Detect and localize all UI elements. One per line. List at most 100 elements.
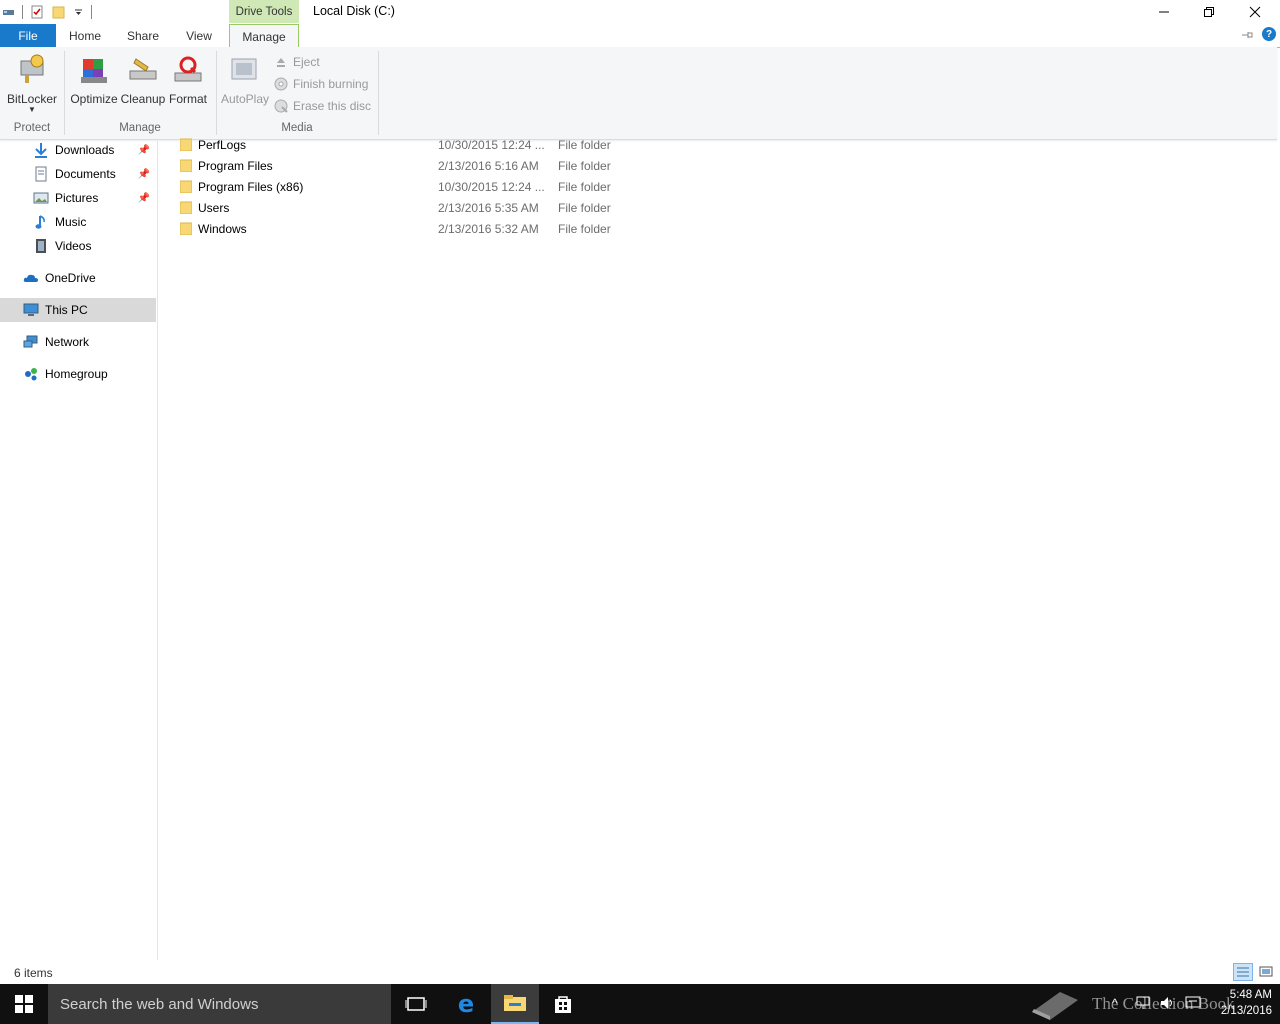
restore-icon (1203, 7, 1214, 17)
folder-icon (179, 180, 193, 194)
book-logo-icon (1032, 992, 1078, 1020)
minimize-button[interactable] (1141, 0, 1186, 24)
navigation-pane: Downloads 📌 Documents 📌 Pictures 📌 Music… (0, 139, 158, 960)
list-item[interactable]: Program Files (x86) 10/30/2015 12:24 ...… (178, 177, 628, 198)
nav-item-this-pc[interactable]: This PC (0, 298, 156, 322)
folder-icon (179, 138, 193, 152)
bitlocker-button[interactable]: BitLocker ▼ (6, 52, 58, 114)
show-hidden-icons-button[interactable]: ^ (1112, 996, 1118, 1010)
edge-button[interactable]: e (442, 984, 490, 1024)
nav-item-pictures[interactable]: Pictures 📌 (0, 187, 156, 209)
nav-item-downloads[interactable]: Downloads 📌 (0, 139, 156, 161)
task-view-icon (405, 997, 427, 1011)
list-item[interactable]: Program Files 2/13/2016 5:16 AM File fol… (178, 156, 628, 177)
folder-icon (179, 222, 193, 236)
large-icons-view-button[interactable] (1256, 963, 1276, 981)
minimize-icon (1158, 11, 1169, 13)
folder-icon (179, 159, 193, 173)
group-label-manage: Manage (119, 122, 161, 134)
drive-icon[interactable] (2, 7, 16, 17)
nav-label-documents: Documents (55, 167, 116, 181)
file-list: PerfLogs 10/30/2015 12:24 ... File folde… (158, 138, 1280, 960)
format-icon (171, 52, 205, 88)
help-icon[interactable]: ? (1262, 27, 1276, 41)
pin-icon[interactable]: 📌 (138, 193, 150, 204)
pin-icon[interactable]: 📌 (138, 169, 150, 180)
nav-item-music[interactable]: Music (0, 211, 156, 233)
list-item[interactable]: PerfLogs 10/30/2015 12:24 ... File folde… (178, 135, 628, 156)
erase-disc-label: Erase this disc (293, 99, 372, 113)
taskbar-search-box[interactable]: Search the web and Windows (48, 984, 391, 1024)
watermark: The Collection Book (1030, 986, 1235, 1022)
large-icons-view-icon (1259, 966, 1273, 977)
bitlocker-icon (15, 52, 49, 88)
tab-file[interactable]: File (0, 24, 56, 47)
optimize-button[interactable]: Optimize (70, 52, 118, 114)
downloads-icon (33, 142, 49, 158)
nav-item-videos[interactable]: Videos (0, 235, 156, 257)
finish-burning-button[interactable]: Finish burning (274, 74, 368, 94)
nav-item-onedrive[interactable]: OneDrive (0, 267, 156, 289)
file-type: File folder (558, 222, 611, 236)
store-button[interactable] (539, 984, 587, 1024)
new-folder-icon[interactable] (51, 4, 67, 20)
nav-item-network[interactable]: Network (0, 331, 156, 353)
cleanup-button[interactable]: Cleanup (120, 52, 166, 114)
file-date: 2/13/2016 5:32 AM (438, 222, 539, 236)
music-icon (33, 214, 49, 230)
autoplay-icon (228, 52, 262, 88)
action-center-icon[interactable] (1185, 996, 1201, 1013)
autoplay-label: AutoPlay (220, 92, 270, 106)
group-label-media: Media (281, 122, 313, 134)
title-bar: Drive Tools Local Disk (C:) (0, 0, 1280, 24)
clock-date: 2/13/2016 (1220, 1005, 1272, 1017)
tab-view[interactable]: View (183, 24, 215, 47)
nav-item-documents[interactable]: Documents 📌 (0, 163, 156, 185)
file-date: 10/30/2015 12:24 ... (438, 138, 545, 152)
nav-item-homegroup[interactable]: Homegroup (0, 363, 156, 385)
network-status-icon[interactable] (1136, 996, 1152, 1013)
ribbon-panel: BitLocker ▼ Protect Optimize Cleanup For… (0, 47, 1277, 140)
finish-burning-label: Finish burning (293, 77, 369, 91)
optimize-label: Optimize (70, 92, 118, 106)
file-name: Program Files (x86) (198, 180, 304, 194)
file-explorer-button[interactable] (491, 984, 539, 1024)
pin-icon[interactable]: 📌 (138, 145, 150, 156)
restore-button[interactable] (1186, 0, 1231, 24)
store-icon (555, 996, 571, 1013)
videos-icon (33, 238, 49, 254)
file-explorer-icon (504, 995, 526, 1011)
chevron-down-icon: ▼ (28, 105, 36, 114)
nav-label-videos: Videos (55, 239, 92, 253)
list-item[interactable]: Windows 2/13/2016 5:32 AM File folder (178, 219, 628, 240)
nav-label-downloads: Downloads (55, 143, 115, 157)
eject-button[interactable]: Eject (274, 52, 320, 72)
start-button[interactable] (0, 984, 48, 1024)
close-button[interactable] (1232, 0, 1277, 24)
task-view-button[interactable] (392, 984, 440, 1024)
file-name: Program Files (198, 159, 273, 173)
taskbar-clock[interactable]: 5:48 AM 2/13/2016 (1221, 987, 1272, 1019)
pin-ribbon-icon[interactable] (1240, 28, 1254, 42)
file-type: File folder (558, 180, 611, 194)
customize-qat-icon[interactable] (73, 4, 85, 20)
file-type: File folder (558, 159, 611, 173)
details-view-button[interactable] (1233, 963, 1253, 981)
file-type: File folder (558, 201, 611, 215)
tab-share[interactable]: Share (125, 24, 161, 47)
details-view-icon (1237, 967, 1249, 977)
close-icon (1249, 6, 1260, 18)
erase-disc-icon (274, 99, 288, 113)
file-name: PerfLogs (198, 138, 247, 152)
volume-icon[interactable] (1160, 996, 1176, 1013)
tab-home[interactable]: Home (67, 24, 103, 47)
clock-time: 5:48 AM (1229, 989, 1272, 1001)
file-date: 2/13/2016 5:35 AM (438, 201, 539, 215)
erase-disc-button[interactable]: Erase this disc (274, 96, 371, 116)
format-button[interactable]: Format (166, 52, 210, 114)
properties-icon[interactable] (29, 4, 45, 20)
list-item[interactable]: Users 2/13/2016 5:35 AM File folder (178, 198, 628, 219)
nav-label-this-pc: This PC (45, 303, 88, 317)
tab-manage[interactable]: Manage (229, 24, 299, 48)
autoplay-button[interactable]: AutoPlay (221, 52, 269, 114)
